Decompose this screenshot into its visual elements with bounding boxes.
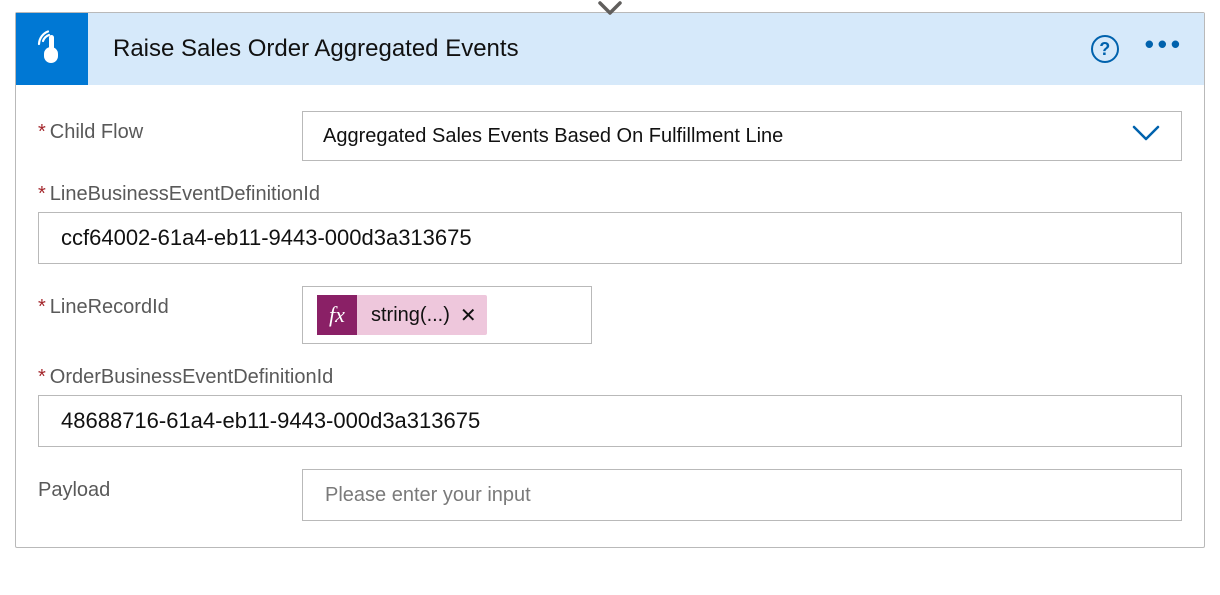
payload-input[interactable]: Please enter your input [302, 469, 1182, 521]
expression-text: string(...) [371, 304, 450, 327]
expression-token[interactable]: fx string(...) ✕ [317, 295, 487, 335]
help-icon[interactable]: ? [1091, 35, 1119, 63]
remove-token-icon[interactable]: ✕ [460, 303, 477, 328]
line-def-value: ccf64002-61a4-eb11-9443-000d3a313675 [61, 225, 472, 251]
required-indicator: * [38, 366, 50, 388]
line-record-label: *LineRecordId [38, 286, 302, 344]
order-def-input[interactable]: 48688716-61a4-eb11-9443-000d3a313675 [38, 395, 1182, 447]
required-indicator: * [38, 121, 50, 143]
line-def-label: *LineBusinessEventDefinitionId [38, 183, 1182, 206]
card-body: *Child Flow Aggregated Sales Events Base… [16, 85, 1204, 547]
order-def-label: *OrderBusinessEventDefinitionId [38, 366, 1182, 389]
required-indicator: * [38, 296, 50, 318]
child-flow-label: *Child Flow [38, 111, 302, 161]
child-flow-dropdown[interactable]: Aggregated Sales Events Based On Fulfill… [302, 111, 1182, 161]
order-def-value: 48688716-61a4-eb11-9443-000d3a313675 [61, 408, 480, 434]
child-flow-value: Aggregated Sales Events Based On Fulfill… [323, 125, 1131, 148]
card-header[interactable]: Raise Sales Order Aggregated Events ? ••… [16, 13, 1204, 85]
payload-label: Payload [38, 469, 302, 521]
line-record-input[interactable]: fx string(...) ✕ [302, 286, 592, 344]
action-card: Raise Sales Order Aggregated Events ? ••… [15, 12, 1205, 548]
line-def-input[interactable]: ccf64002-61a4-eb11-9443-000d3a313675 [38, 212, 1182, 264]
card-title: Raise Sales Order Aggregated Events [88, 35, 1091, 63]
chevron-down-icon [1131, 124, 1161, 148]
more-menu-icon[interactable]: ••• [1145, 29, 1184, 70]
manual-trigger-icon [16, 13, 88, 85]
fx-icon: fx [317, 295, 357, 335]
required-indicator: * [38, 183, 50, 205]
payload-placeholder: Please enter your input [325, 484, 531, 507]
